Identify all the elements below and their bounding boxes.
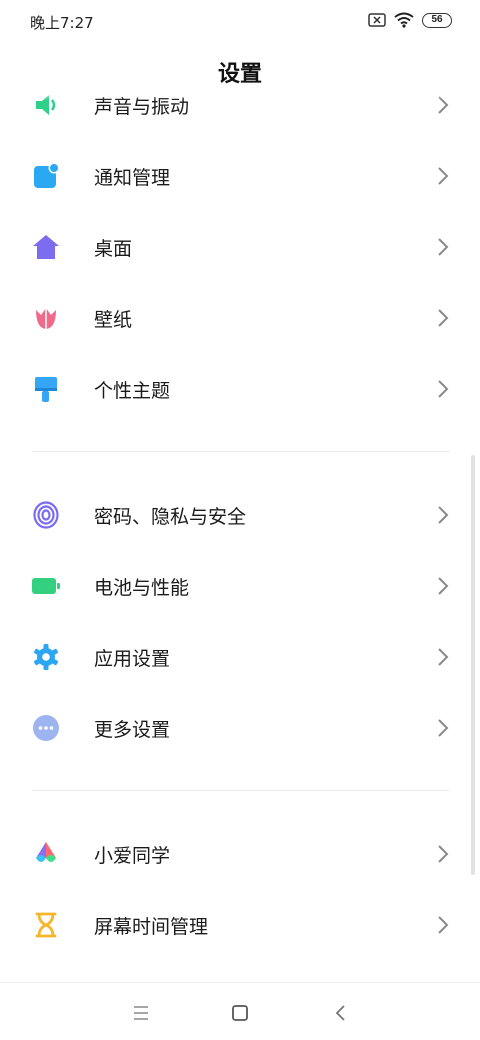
notification-icon [34, 162, 60, 188]
settings-item-sound[interactable]: 声音与振动 [0, 94, 480, 140]
settings-item-home-screen[interactable]: 桌面 [0, 212, 480, 282]
scrollbar[interactable] [471, 455, 475, 875]
fingerprint-icon [33, 501, 59, 529]
settings-item-label: 屏幕时间管理 [94, 916, 209, 938]
gear-icon [34, 644, 58, 670]
section-divider [32, 790, 450, 791]
menu-icon[interactable] [129, 1001, 153, 1025]
battery-indicator: 56 [422, 12, 452, 28]
chevron-right-icon [438, 845, 449, 863]
more-icon [33, 715, 59, 741]
settings-item-app-settings[interactable]: 应用设置 [0, 622, 480, 692]
settings-item-screen-time[interactable]: 屏幕时间管理 [0, 890, 480, 960]
chevron-right-icon [438, 167, 449, 185]
chevron-right-icon [438, 238, 449, 256]
settings-item-label: 声音与振动 [94, 96, 190, 118]
chevron-right-icon [438, 577, 449, 595]
settings-item-xiaoai[interactable]: 小爱同学 [0, 819, 480, 889]
settings-item-privacy-security[interactable]: 密码、隐私与安全 [0, 480, 480, 550]
hourglass-icon [35, 912, 57, 938]
settings-item-label: 更多设置 [94, 719, 171, 741]
wallpaper-tulip-icon [36, 308, 56, 329]
status-time: 晚上7:27 [30, 14, 94, 32]
settings-item-label: 通知管理 [94, 167, 171, 189]
back-icon[interactable] [329, 1001, 353, 1025]
settings-item-more-settings[interactable]: 更多设置 [0, 693, 480, 763]
settings-item-battery-performance[interactable]: 电池与性能 [0, 551, 480, 621]
settings-item-notification[interactable]: 通知管理 [0, 141, 480, 211]
sim-x-icon [368, 13, 386, 27]
chevron-right-icon [438, 719, 449, 737]
chevron-right-icon [438, 916, 449, 934]
chevron-right-icon [438, 309, 449, 327]
theme-brush-icon [35, 377, 57, 402]
wifi-icon [394, 12, 414, 28]
settings-item-label: 电池与性能 [94, 577, 190, 599]
settings-item-wallpaper[interactable]: 壁纸 [0, 283, 480, 353]
settings-item-themes[interactable]: 个性主题 [0, 354, 480, 424]
chevron-right-icon [438, 96, 449, 114]
page-title-overlay: 设置 [217, 62, 262, 87]
chevron-right-icon [438, 380, 449, 398]
settings-item-label: 壁纸 [94, 309, 133, 331]
home-icon [33, 235, 59, 259]
settings-item-label: 应用设置 [94, 648, 171, 670]
chevron-right-icon [438, 648, 449, 666]
sound-icon [36, 95, 56, 115]
settings-list[interactable]: 声音与振动 通知管理 桌面 壁纸 个性主题 密码、隐私与安全 电池与性能 应用设… [0, 94, 480, 982]
settings-item-label: 个性主题 [94, 380, 171, 402]
status-bar-overlay: 晚上7:27 56 [0, 0, 480, 44]
settings-item-label: 桌面 [94, 238, 133, 260]
settings-item-label: 小爱同学 [94, 845, 171, 867]
section-divider [32, 451, 450, 452]
chevron-right-icon [438, 506, 449, 524]
xiaoai-icon [36, 842, 56, 862]
status-icons: 56 [368, 12, 452, 28]
battery-icon [32, 578, 60, 594]
navigation-bar [0, 982, 480, 1040]
home-square-icon[interactable] [228, 1001, 252, 1025]
settings-item-label: 密码、隐私与安全 [94, 506, 247, 528]
